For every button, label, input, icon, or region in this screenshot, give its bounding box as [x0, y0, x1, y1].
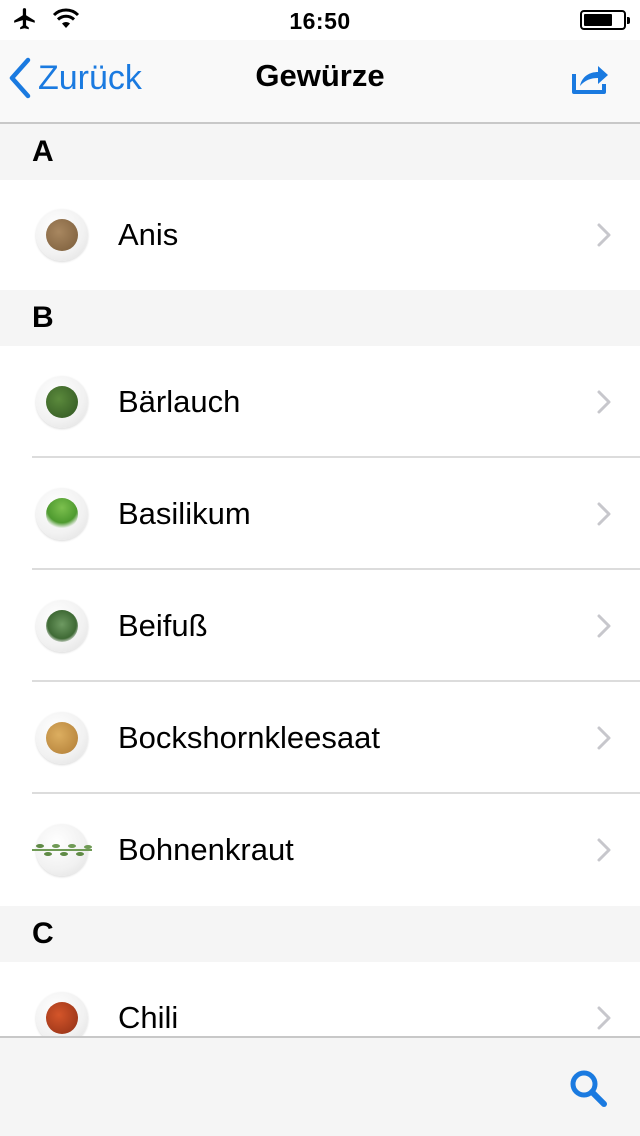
chevron-right-icon	[597, 838, 611, 862]
spice-swatch	[46, 722, 78, 754]
list-item-label: Bärlauch	[118, 384, 241, 419]
section-header-a: A	[0, 124, 640, 180]
chevron-right-icon	[597, 726, 611, 750]
status-time: 16:50	[289, 8, 351, 34]
search-icon	[570, 1070, 607, 1107]
list-item-basilikum[interactable]: Basilikum	[0, 458, 640, 570]
spice-thumbnail	[36, 600, 88, 652]
section-header-c: C	[0, 906, 640, 962]
search-button[interactable]	[568, 1068, 608, 1108]
chevron-right-icon	[597, 1006, 611, 1030]
section-header-b: B	[0, 290, 640, 346]
spice-thumbnail	[32, 824, 92, 876]
share-icon	[572, 66, 608, 94]
spice-thumbnail	[36, 712, 88, 764]
list-item-beifuss[interactable]: Beifuß	[0, 570, 640, 682]
battery-icon	[580, 10, 630, 30]
list-item-label: Bohnenkraut	[118, 832, 294, 867]
navigation-bar: Zurück Gewürze	[0, 40, 640, 124]
spice-thumbnail	[36, 488, 88, 540]
spice-swatch	[46, 386, 78, 418]
spice-list: A Anis B Bärlauch Basilikum Beifuß Bocks…	[0, 124, 640, 1036]
spice-thumbnail	[36, 209, 88, 261]
list-item-anis[interactable]: Anis	[0, 180, 640, 290]
list-item-label: Beifuß	[118, 608, 208, 643]
list-item-baerlauch[interactable]: Bärlauch	[0, 346, 640, 458]
share-button[interactable]	[570, 60, 610, 96]
list-item-label: Basilikum	[118, 496, 251, 531]
list-item-label: Bockshornkleesaat	[118, 720, 380, 755]
bottom-toolbar	[0, 1036, 640, 1136]
status-bar: 16:50	[0, 0, 640, 40]
list-item-bohnenkraut[interactable]: Bohnenkraut	[0, 794, 640, 906]
list-item-label: Anis	[118, 217, 179, 252]
spice-thumbnail	[36, 992, 88, 1036]
spice-thumbnail	[36, 376, 88, 428]
spice-swatch	[46, 1002, 78, 1034]
spice-swatch	[46, 610, 78, 642]
chevron-right-icon	[597, 390, 611, 414]
page-title: Gewürze	[255, 58, 385, 93]
spice-swatch	[46, 498, 78, 530]
list-item-bockshornkleesaat[interactable]: Bockshornkleesaat	[0, 682, 640, 794]
chevron-right-icon	[597, 502, 611, 526]
chevron-right-icon	[597, 614, 611, 638]
list-item-label: Chili	[118, 1000, 179, 1035]
list-item-chili[interactable]: Chili	[0, 962, 640, 1036]
herb-sprig	[32, 844, 92, 856]
chevron-right-icon	[597, 223, 611, 247]
spice-swatch	[46, 219, 78, 251]
